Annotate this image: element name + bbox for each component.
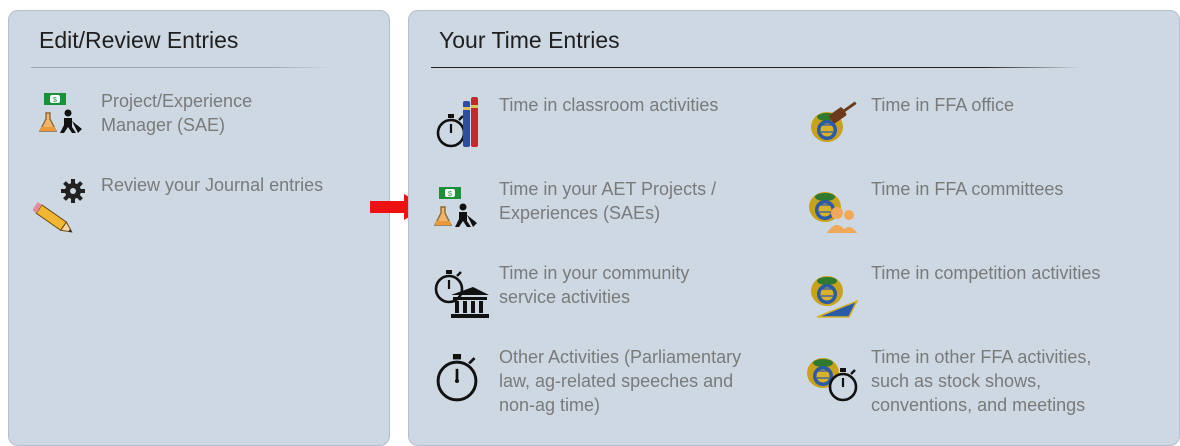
sae-project-icon (434, 186, 478, 228)
classroom-activities-label: Time in classroom activities (499, 95, 719, 115)
competition-activities-label: Time in competition activities (871, 263, 1101, 283)
review-journal-entries-link[interactable]: Review your Journal entries (33, 173, 383, 235)
other-activities-link[interactable]: Other Activities (Parliamentary law, ag-… (431, 345, 811, 425)
community-service-link[interactable]: Time in your community service activitie… (431, 261, 791, 323)
ffa-emblem-stopwatch-icon (806, 357, 858, 402)
your-time-entries-divider (431, 67, 1081, 68)
ffa-emblem-people-icon (808, 191, 857, 233)
community-service-label: Time in your community service activitie… (499, 263, 690, 307)
your-time-entries-panel: Your Time Entries Time in classroom acti… (408, 10, 1180, 446)
other-ffa-activities-label: Time in other FFA activities, such as st… (871, 347, 1092, 415)
aet-projects-sae-link[interactable]: Time in your AET Projects / Experiences … (431, 177, 791, 239)
ffa-office-label: Time in FFA office (871, 95, 1015, 115)
edit-review-title: Edit/Review Entries (39, 27, 239, 53)
ffa-committees-link[interactable]: Time in FFA committees (803, 177, 1163, 239)
competition-activities-link[interactable]: Time in competition activities (803, 261, 1163, 323)
ffa-emblem-gavel-icon (810, 101, 857, 143)
sae-project-icon (39, 92, 83, 134)
stopwatch-building-icon (434, 268, 489, 318)
your-time-entries-title: Your Time Entries (439, 27, 620, 53)
project-experience-manager-label: Project/Experience Manager (SAE) (101, 91, 253, 135)
other-activities-label: Other Activities (Parliamentary law, ag-… (499, 347, 742, 415)
edit-review-divider (31, 67, 331, 68)
ffa-committees-label: Time in FFA committees (871, 179, 1064, 199)
ffa-office-link[interactable]: Time in FFA office (803, 93, 1163, 155)
project-experience-manager-link[interactable]: Project/Experience Manager (SAE) (33, 89, 363, 151)
stopwatch-icon (436, 354, 478, 402)
review-journal-entries-label: Review your Journal entries (101, 175, 324, 195)
stopwatch-books-icon (436, 97, 478, 148)
classroom-activities-link[interactable]: Time in classroom activities (431, 93, 791, 155)
edit-review-panel: Edit/Review Entries Project/Experience M… (8, 10, 390, 446)
other-ffa-activities-link[interactable]: Time in other FFA activities, such as st… (803, 345, 1173, 425)
journal-pencil-gear-icon (33, 179, 85, 233)
aet-projects-sae-label: Time in your AET Projects / Experiences … (499, 179, 717, 223)
ffa-emblem-pennant-icon (810, 275, 859, 318)
